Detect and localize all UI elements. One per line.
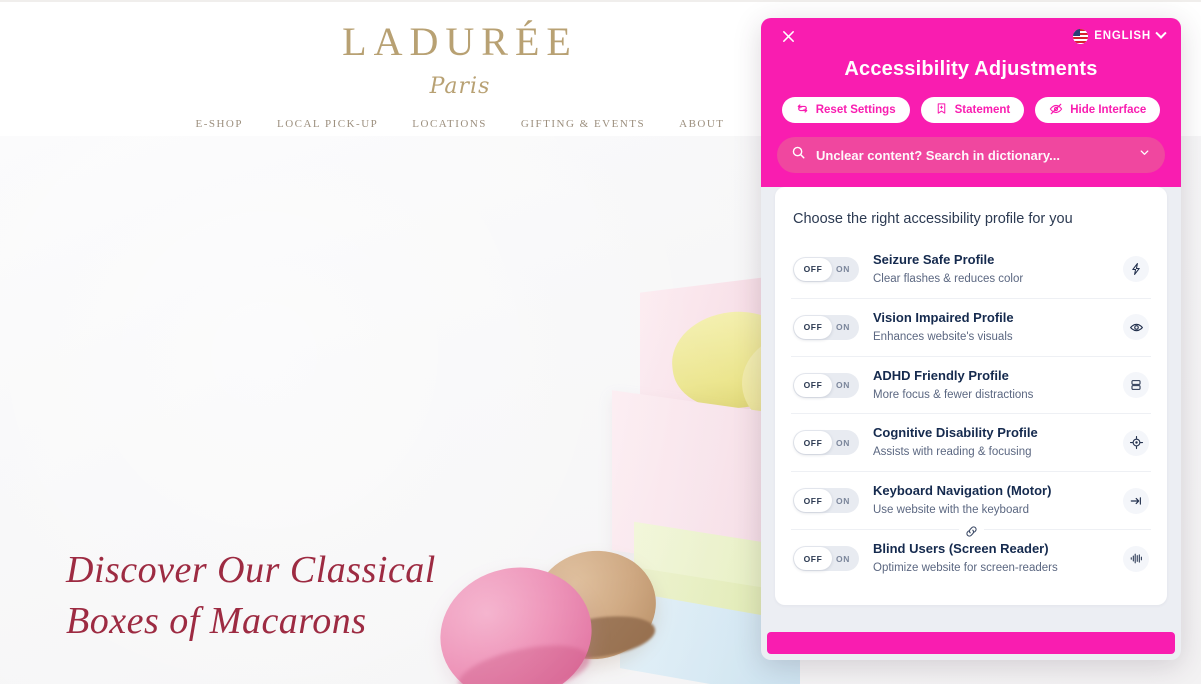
profile-text: Keyboard Navigation (Motor) Use website … (873, 483, 1109, 518)
profile-row-vision-impaired[interactable]: OFF ON Vision Impaired Profile Enhances … (791, 299, 1151, 357)
profile-row-keyboard-navigation[interactable]: OFF ON Keyboard Navigation (Motor) Use w… (791, 472, 1151, 540)
reset-settings-button[interactable]: Reset Settings (781, 97, 910, 123)
profile-description: Enhances website's visuals (873, 330, 1013, 343)
toggle-keyboard-navigation[interactable]: OFF ON (793, 488, 859, 514)
statement-icon (935, 102, 948, 118)
audio-wave-icon (1123, 545, 1149, 572)
chevron-down-icon (1155, 27, 1167, 39)
hide-interface-label: Hide Interface (1070, 104, 1147, 116)
toggle-off-label: OFF (803, 380, 823, 391)
profile-text: Seizure Safe Profile Clear flashes & red… (873, 252, 1109, 287)
accessibility-panel-footer (767, 632, 1175, 654)
nav-item-eshop[interactable]: E-SHOP (195, 118, 243, 130)
profile-name: Seizure Safe Profile (873, 252, 995, 267)
toggle-blind-users[interactable]: OFF ON (793, 546, 859, 572)
nav-item-local-pickup[interactable]: LOCAL PICK-UP (277, 118, 378, 130)
toggle-on-label: ON (836, 495, 850, 506)
close-icon[interactable] (777, 25, 799, 47)
profile-row-adhd-friendly[interactable]: OFF ON ADHD Friendly Profile More focus … (791, 357, 1151, 415)
search-section: Unclear content? Search in dictionary... (761, 137, 1181, 187)
profile-description: More focus & fewer distractions (873, 388, 1034, 401)
reset-icon (796, 102, 809, 118)
page-title: Accessibility Adjustments (844, 58, 1098, 80)
profile-name: Blind Users (Screen Reader) (873, 541, 1049, 557)
toggle-off-label: OFF (803, 264, 823, 275)
toggle-on-label: ON (836, 437, 850, 448)
profile-row-seizure-safe[interactable]: OFF ON Seizure Safe Profile Clear flashe… (791, 241, 1151, 299)
profile-name: Keyboard Navigation (Motor) (873, 483, 1052, 499)
nav-item-about[interactable]: ABOUT (679, 118, 724, 130)
hero-headline-line1: Discover Our Classical (66, 549, 436, 591)
accessibility-panel: ENGLISH Accessibility Adjustments Reset … (761, 18, 1181, 660)
profile-text: Blind Users (Screen Reader) Optimize web… (873, 541, 1109, 576)
toggle-on-label: ON (836, 553, 850, 564)
toggle-off-label: OFF (803, 553, 823, 564)
us-flag-icon (1073, 28, 1089, 44)
search-input[interactable]: Unclear content? Search in dictionary... (777, 137, 1165, 173)
hide-eye-icon (1049, 102, 1063, 119)
toggle-off-label: OFF (803, 495, 823, 506)
profile-description: Use website with the keyboard (873, 504, 1029, 517)
profile-name: Vision Impaired Profile (873, 309, 1014, 325)
profile-row-blind-users[interactable]: OFF ON Blind Users (Screen Reader) Optim… (791, 530, 1151, 587)
toggle-off-label: OFF (803, 322, 823, 333)
language-label: ENGLISH (1094, 30, 1151, 42)
search-icon (791, 145, 806, 165)
search-chevron-down-icon[interactable] (1138, 146, 1151, 164)
statement-button[interactable]: Statement (920, 97, 1025, 123)
profile-text: Vision Impaired Profile Enhances website… (873, 310, 1109, 345)
tab-arrow-icon (1123, 487, 1149, 514)
profile-name: ADHD Friendly Profile (873, 367, 1009, 383)
profile-description: Assists with reading & focusing (873, 446, 1032, 459)
hide-interface-button[interactable]: Hide Interface (1035, 97, 1161, 123)
screen: LADURÉE Paris E-SHOP LOCAL PICK-UP LOCAT… (0, 0, 1201, 684)
language-selector[interactable]: ENGLISH (1073, 27, 1167, 44)
profile-row-cognitive-disability[interactable]: OFF ON Cognitive Disability Profile Assi… (791, 414, 1151, 473)
accessibility-panel-body: Choose the right accessibility profile f… (761, 187, 1181, 622)
toggle-on-label: ON (836, 380, 850, 391)
toggle-cognitive-disability[interactable]: OFF ON (793, 430, 859, 456)
accessibility-panel-topbar: ENGLISH (777, 18, 1167, 54)
lightning-bolt-icon (1123, 256, 1149, 283)
profiles-card: Choose the right accessibility profile f… (775, 187, 1167, 605)
profile-name: Cognitive Disability Profile (873, 425, 1038, 441)
nav-item-gifting-events[interactable]: GIFTING & EVENTS (521, 118, 645, 130)
toggle-vision-impaired[interactable]: OFF ON (793, 314, 859, 340)
accessibility-action-buttons: Reset Settings Statement Hide Interface (777, 97, 1165, 123)
reset-settings-label: Reset Settings (815, 104, 896, 116)
toggle-on-label: ON (836, 264, 850, 275)
profile-description: Clear flashes & reduces color (873, 272, 1024, 285)
nav-item-locations[interactable]: LOCATIONS (412, 118, 487, 130)
eye-icon (1123, 314, 1149, 341)
toggle-seizure-safe[interactable]: OFF ON (793, 256, 859, 282)
profile-description: Optimize website for screen-readers (873, 562, 1058, 575)
panels-icon (1123, 372, 1149, 399)
accessibility-panel-header: ENGLISH Accessibility Adjustments Reset … (761, 18, 1181, 137)
target-icon (1123, 429, 1149, 456)
toggle-off-label: OFF (803, 437, 823, 448)
hero-headline-line2: Boxes of Macarons (66, 599, 367, 642)
hero-headline: Discover Our Classical Boxes of Macarons (66, 545, 486, 647)
toggle-on-label: ON (836, 322, 850, 333)
profiles-card-title: Choose the right accessibility profile f… (793, 211, 1073, 227)
statement-label: Statement (954, 104, 1011, 116)
search-placeholder: Unclear content? Search in dictionary... (816, 147, 1060, 163)
profile-text: ADHD Friendly Profile More focus & fewer… (873, 368, 1109, 403)
toggle-adhd-friendly[interactable]: OFF ON (793, 372, 859, 398)
profile-text: Cognitive Disability Profile Assists wit… (873, 425, 1109, 460)
